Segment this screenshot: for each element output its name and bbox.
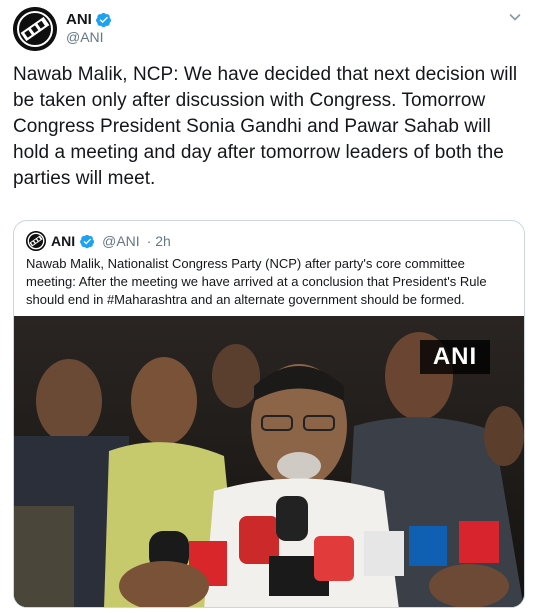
quoted-header: ANI @ANI · 2h bbox=[26, 231, 171, 251]
ani-logo-icon bbox=[26, 231, 46, 251]
ani-watermark: ANI bbox=[420, 340, 490, 374]
verified-badge-icon bbox=[80, 234, 95, 248]
quoted-media-photo[interactable]: ANI bbox=[14, 316, 524, 607]
quoted-author-name: ANI bbox=[51, 233, 76, 249]
author-name[interactable]: ANI bbox=[66, 11, 92, 28]
tweet-card: ANI @ANI Nawab Malik, NCP: We have decid… bbox=[0, 0, 535, 613]
author-name-row: ANI bbox=[66, 11, 112, 28]
chevron-down-icon[interactable] bbox=[507, 9, 523, 25]
author-avatar[interactable] bbox=[13, 7, 57, 51]
quoted-text: Nawab Malik, Nationalist Congress Party … bbox=[26, 256, 487, 307]
verified-badge-icon bbox=[95, 12, 111, 27]
quoted-timestamp: · 2h bbox=[146, 233, 171, 249]
ani-logo-icon bbox=[13, 7, 57, 51]
quoted-tweet[interactable]: ANI @ANI · 2h Nawab Malik, Nationalist C… bbox=[13, 220, 525, 608]
author-handle[interactable]: @ANI bbox=[66, 29, 104, 45]
quoted-author-handle: @ANI bbox=[102, 233, 140, 249]
tweet-text: Nawab Malik, NCP: We have decided that n… bbox=[13, 64, 518, 189]
quoted-avatar bbox=[26, 231, 46, 251]
